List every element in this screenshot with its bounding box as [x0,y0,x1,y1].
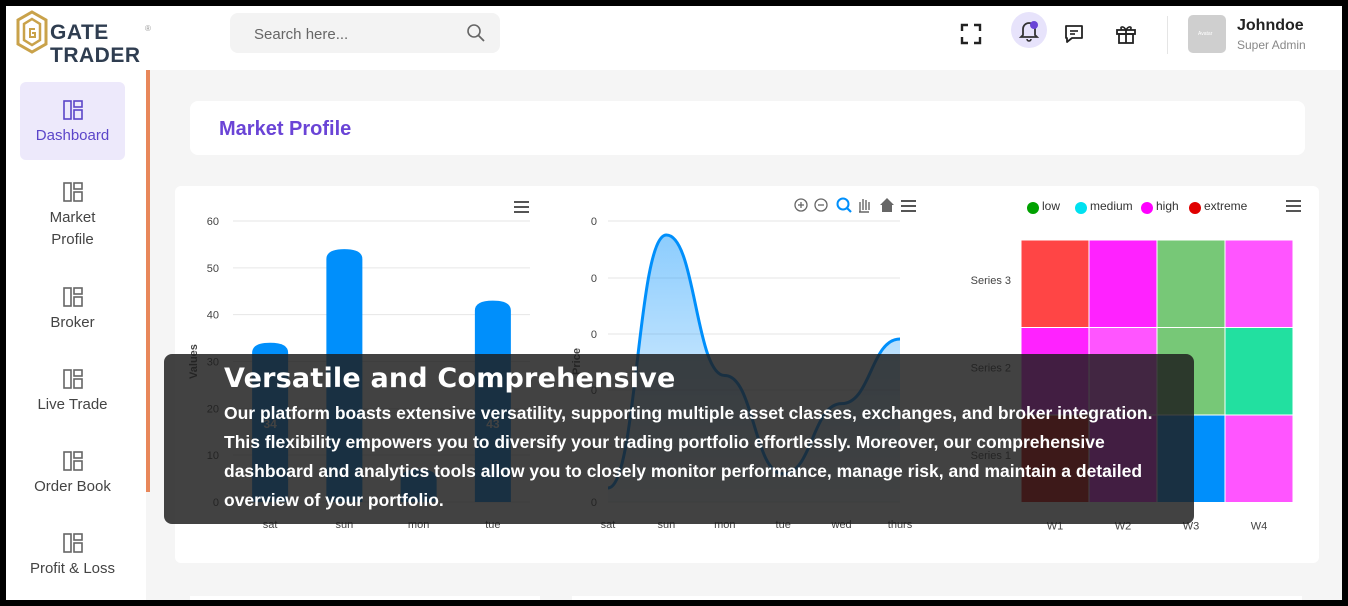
sidebar-item-dashboard[interactable]: Dashboard [20,82,125,160]
feature-overlay: Versatile and Comprehensive Our platform… [164,354,1194,524]
search-input[interactable] [230,13,476,55]
heatmap-cell [1088,239,1158,328]
x-tick-label: W4 [1251,521,1268,533]
heatmap-cell [1224,239,1294,328]
chart2-menu-icon[interactable] [901,200,916,212]
chat-icon [1065,25,1083,43]
menu-icon-line [514,211,529,213]
heatmap-cell [1020,239,1090,328]
zoom-select-icon[interactable] [836,197,852,213]
lower-card-right [572,596,1302,606]
sidebar-item-label: Market Profile [49,209,96,248]
y-tick-label: 0 [591,273,597,285]
logo-line2: TRADER [50,44,141,67]
layout-icon [62,287,83,307]
logo-wordmark: GATE TRADER [50,22,141,66]
search-icon[interactable] [466,23,486,43]
menu-icon-line [1286,205,1301,207]
layout-icon [62,533,83,553]
sidebar-item-label: Broker [50,314,95,331]
y-tick-label: 40 [207,310,219,322]
menu-icon-line [1286,200,1301,202]
legend-marker [1075,202,1087,214]
overlay-title: Versatile and Comprehensive [224,363,676,394]
chart-toolbar [794,197,894,213]
bell-icon [1018,21,1040,42]
layout-icon [62,100,83,120]
menu-icon-line [901,210,916,212]
sidebar-item-profit-loss[interactable]: Profit & Loss [20,532,125,580]
legend-item-low[interactable]: low [1027,199,1060,214]
hexagon-logo-icon [16,10,48,54]
menu-icon-line [514,206,529,208]
heatmap-cell [1224,414,1294,503]
avatar[interactable]: Avatar [1188,15,1226,53]
legend-item-extreme[interactable]: extreme [1189,199,1248,214]
legend-marker [1189,202,1201,214]
page-title-card: Market Profile [190,101,1305,155]
heatmap-cell [1156,239,1226,328]
y-tick-label: Series 3 [971,275,1011,287]
sidebar-item-broker[interactable]: Broker [20,286,125,334]
y-tick-label: 50 [207,263,219,275]
menu-icon-line [901,200,916,202]
messages-button[interactable] [1057,17,1091,51]
legend-item-high[interactable]: high [1141,199,1179,214]
lower-card-left [190,596,540,606]
user-role: Super Admin [1237,38,1306,52]
overlay-body: Our platform boasts extensive versatilit… [224,403,1153,510]
chart3-menu-icon[interactable] [1286,200,1301,212]
page-title: Market Profile [219,118,352,140]
sidebar-item-label: Order Book [34,478,111,495]
sidebar-item-order-book[interactable]: Order Book [20,450,125,498]
zoom-in-icon[interactable] [794,198,808,212]
home-icon-shape [880,198,894,212]
layout-icon [62,182,83,202]
zoom-select-icon-handle [846,207,852,213]
menu-icon-line [1286,210,1301,212]
top-header: GATE TRADER ® Search here... Avatar John… [0,0,1348,70]
legend-label: high [1156,199,1179,213]
sidebar-item-label: Dashboard [35,127,110,144]
legend-marker [1027,202,1039,214]
header-divider [1167,16,1168,54]
gifts-button[interactable] [1109,17,1143,51]
legend-marker [1141,202,1153,214]
pan-icon-shape [859,199,870,213]
y-tick-label: 0 [591,216,597,228]
legend-label: extreme [1204,199,1248,213]
y-tick-label: 0 [591,329,597,341]
pan-icon[interactable] [859,199,870,213]
notifications-button[interactable] [1011,12,1047,48]
fullscreen-icon [960,23,982,45]
menu-icon-line [901,205,916,207]
heatmap-cell [1224,327,1294,416]
y-tick-label: 60 [207,216,219,228]
sidebar-scrollbar[interactable] [146,70,150,492]
sidebar-item-label: Profit & Loss [29,560,116,577]
search-box [230,13,500,55]
fullscreen-button[interactable] [954,17,988,51]
home-icon[interactable] [880,198,894,212]
layout-icon [62,451,83,471]
sidebar-item-live-trade[interactable]: Live Trade [20,368,125,416]
menu-icon-line [514,201,529,203]
legend-item-medium[interactable]: medium [1075,199,1133,214]
brand-logo[interactable]: GATE TRADER ® [16,10,156,66]
chart1-menu-icon[interactable] [514,201,529,213]
zoom-out-icon[interactable] [814,198,828,212]
sidebar-item-label: Live Trade [37,396,108,413]
avatar-alt-text: Avatar [1198,31,1213,37]
legend-label: medium [1090,199,1133,213]
user-name[interactable]: Johndoe [1237,17,1304,35]
logo-line1: GATE [50,21,109,44]
sidebar-item-market-profile[interactable]: Market Profile [20,181,125,251]
zoom-select-icon-ring [836,197,850,211]
layout-icon [62,369,83,389]
legend-label: low [1042,199,1060,213]
gift-icon [1116,26,1136,44]
logo-registered-mark: ® [145,24,151,33]
